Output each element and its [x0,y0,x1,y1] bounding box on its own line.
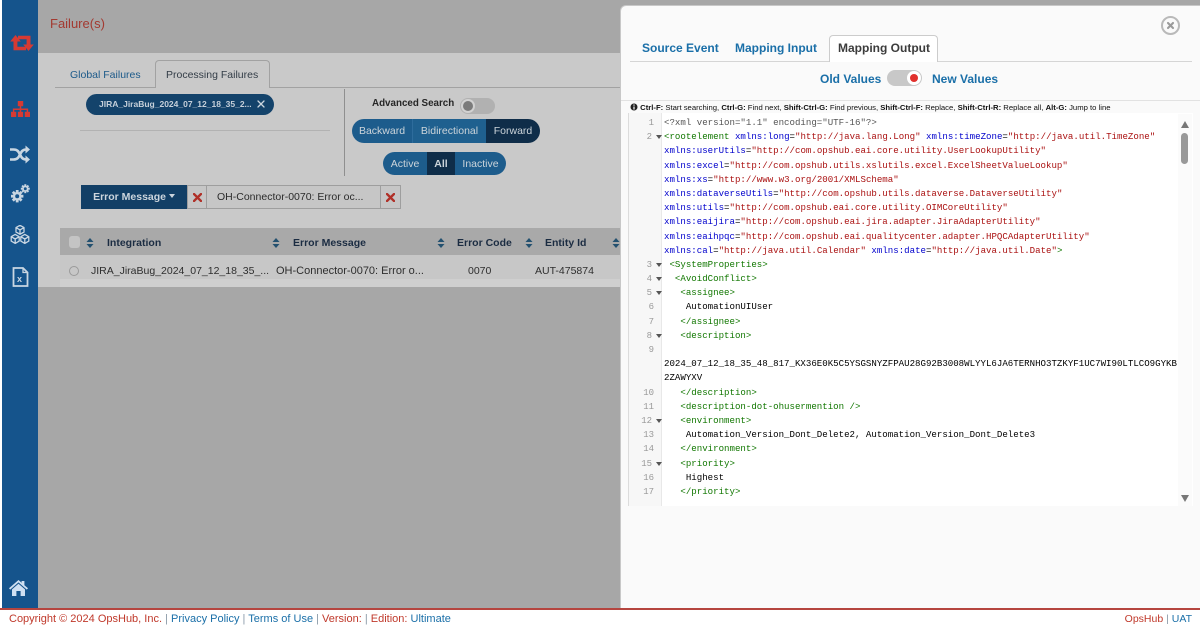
svg-text:x: x [17,274,22,284]
